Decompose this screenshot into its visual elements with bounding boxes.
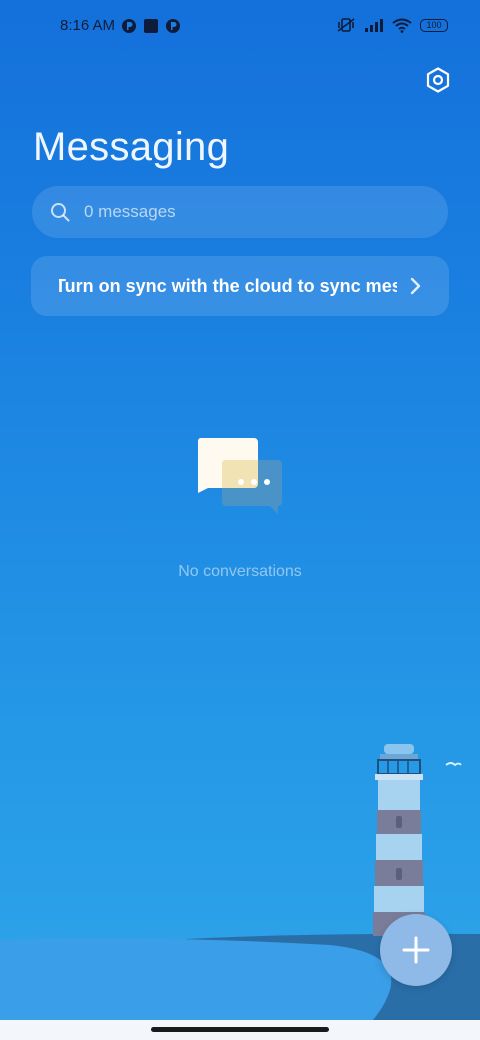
status-right: 100 xyxy=(336,17,448,33)
square-notification-icon xyxy=(144,18,159,33)
status-left: 8:16 AM xyxy=(60,17,181,34)
page-title: Messaging xyxy=(33,125,230,169)
status-time: 8:16 AM xyxy=(60,17,116,34)
chat-bubbles-icon xyxy=(197,438,282,514)
battery-icon: 100 xyxy=(420,18,448,32)
search-bar[interactable] xyxy=(32,186,448,238)
signal-icon xyxy=(365,19,383,32)
new-message-button[interactable] xyxy=(380,914,452,986)
empty-state-text: No conversations xyxy=(178,563,302,580)
chevron-right-icon xyxy=(410,277,421,295)
search-icon xyxy=(51,203,70,222)
plus-icon xyxy=(402,936,430,964)
home-indicator[interactable] xyxy=(151,1027,329,1032)
sync-banner[interactable]: Turn on sync with the cloud to sync mess… xyxy=(31,256,449,316)
vibrate-mute-icon xyxy=(337,18,355,32)
battery-level: 100 xyxy=(426,19,442,30)
lighthouse xyxy=(373,744,425,936)
app-notification-icon-2 xyxy=(166,18,181,33)
sync-banner-text: Turn on sync with the cloud to sync mess… xyxy=(59,275,397,296)
search-input[interactable] xyxy=(82,201,386,223)
lighthouse-illustration xyxy=(0,744,480,1040)
app-notification-icon xyxy=(122,18,137,33)
settings-hexagon-icon xyxy=(426,67,450,93)
wifi-icon xyxy=(392,18,412,33)
status-bar: 8:16 AM 100 xyxy=(0,0,480,56)
settings-button[interactable] xyxy=(422,64,454,96)
messaging-screen: 8:16 AM 100 Messaging 0 messages Turn on… xyxy=(0,0,480,1040)
